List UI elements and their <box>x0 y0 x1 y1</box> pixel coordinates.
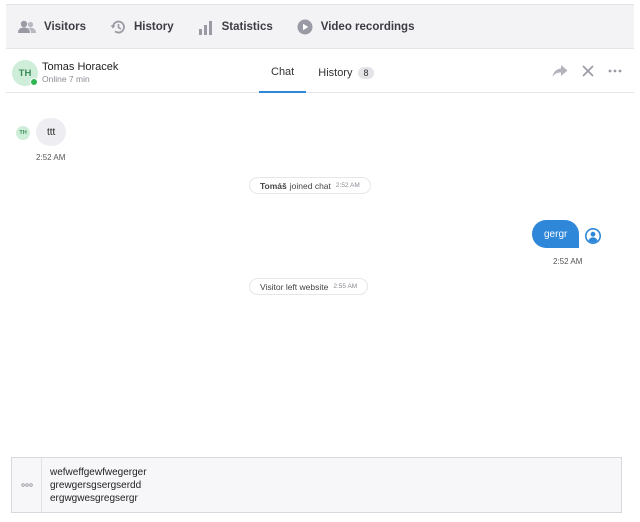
close-chat-button[interactable] <box>582 65 594 77</box>
composer-options-button[interactable] <box>12 458 42 512</box>
visitor-online-status: Online 7 min <box>42 74 90 84</box>
agent-message-time: 2:52 AM <box>553 257 583 266</box>
top-navigation: Visitors History Statistics Video record… <box>6 4 634 49</box>
visitor-left-notice: Visitor left website 2:55 AM <box>249 278 369 295</box>
agent-message-bubble: gergr <box>532 220 580 248</box>
visitor-message-time: 2:52 AM <box>36 153 66 162</box>
video-recordings-icon <box>297 19 313 34</box>
agent-avatar-icon <box>585 228 601 244</box>
tab-chat-label: Chat <box>271 65 295 78</box>
tab-chat[interactable]: Chat <box>259 52 307 93</box>
left-text: Visitor left website <box>260 281 329 292</box>
tab-history[interactable]: History 8 <box>306 52 385 93</box>
nav-statistics-label: Statistics <box>221 20 273 33</box>
nav-history[interactable]: History <box>98 5 186 48</box>
agent-joined-notice: Tomáš joined chat 2:52 AM <box>249 177 371 194</box>
joined-time: 2:52 AM <box>335 182 360 189</box>
transfer-chat-button[interactable] <box>552 64 568 78</box>
nav-statistics[interactable]: Statistics <box>186 5 285 48</box>
composer-line: wefweffgewfwegerger <box>50 467 147 478</box>
statistics-icon <box>198 20 212 35</box>
nav-visitors-label: Visitors <box>44 20 86 33</box>
forward-arrow-icon <box>552 65 568 77</box>
more-options-button[interactable] <box>608 69 622 73</box>
close-icon <box>582 65 594 77</box>
visitors-icon <box>18 20 36 33</box>
online-status-dot <box>30 78 38 86</box>
chat-tabs: Chat History 8 <box>259 52 386 93</box>
nav-visitors[interactable]: Visitors <box>6 5 98 48</box>
nav-history-label: History <box>133 20 174 33</box>
chat-header: TH Tomas Horacek Online 7 min Chat Histo… <box>6 52 634 93</box>
visitor-message-bubble: ttt <box>36 118 67 146</box>
history-count-badge: 8 <box>358 66 374 79</box>
composer-line: ergwgwesgregsergr <box>50 493 138 504</box>
more-options-icon <box>608 69 622 73</box>
more-options-icon <box>20 483 33 487</box>
history-icon <box>110 20 125 33</box>
composer-text-input[interactable]: wefweffgewfwegerger grewgersgsergserdd e… <box>50 466 147 505</box>
joined-text: joined chat <box>289 180 331 191</box>
composer-line: grewgersgsergserdd <box>50 480 142 491</box>
header-actions <box>538 64 622 78</box>
nav-video-recordings-label: Video recordings <box>320 20 415 33</box>
left-time: 2:55 AM <box>333 283 358 290</box>
message-visitor-avatar: TH <box>16 126 30 140</box>
joined-agent-name: Tomáš <box>260 180 287 191</box>
tab-history-label: History <box>318 66 353 79</box>
nav-video-recordings[interactable]: Video recordings <box>285 5 427 48</box>
message-composer[interactable]: wefweffgewfwegerger grewgersgsergserdd e… <box>11 457 622 513</box>
visitor-name: Tomas Horacek <box>42 61 119 73</box>
